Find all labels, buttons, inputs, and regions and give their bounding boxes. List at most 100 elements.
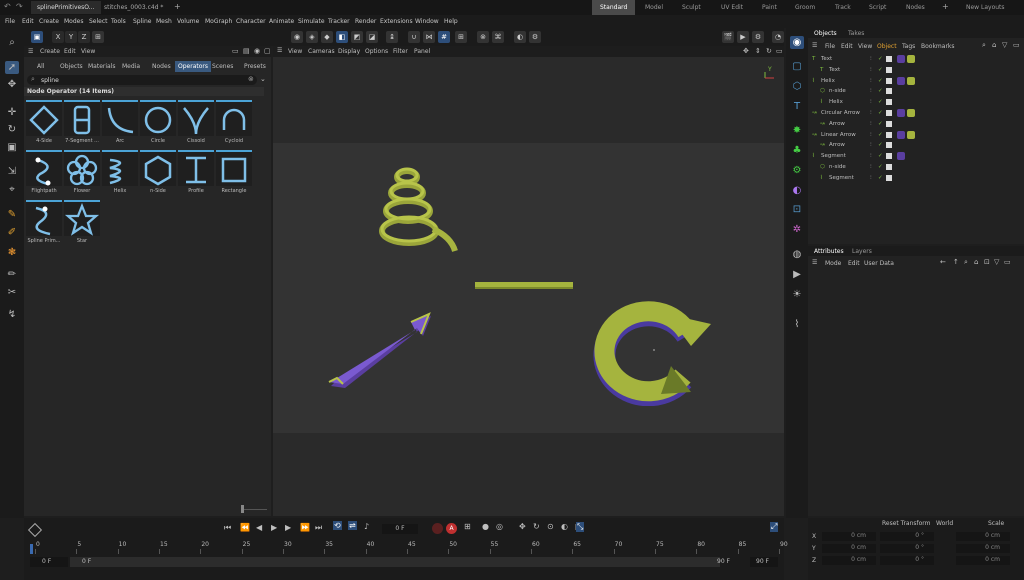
object-name[interactable]: Helix	[821, 76, 835, 87]
param-key-icon[interactable]: ◐	[561, 522, 568, 531]
object-row[interactable]: ↝ Linear Arrow ⁝ ✓	[808, 130, 1024, 141]
scene-icon[interactable]: ◍	[790, 248, 804, 261]
tab-materials[interactable]: Materials	[88, 63, 116, 70]
viewport-menu-cameras[interactable]: Cameras	[308, 48, 335, 55]
paint-tool-icon[interactable]: ✏	[5, 268, 19, 281]
light-bulb-icon[interactable]: ☀	[790, 288, 804, 301]
object-name[interactable]: Segment	[821, 151, 846, 162]
move-tool-icon[interactable]: ✛	[5, 106, 19, 119]
hamburger-icon[interactable]: ☰	[812, 42, 817, 49]
point-mode-icon[interactable]: ◉	[291, 31, 303, 43]
rotation-field[interactable]: 0 °	[880, 544, 934, 553]
record-icon[interactable]	[432, 523, 443, 534]
hamburger-icon[interactable]: ☰	[812, 259, 817, 266]
polygon-mode-icon[interactable]: ◆	[321, 31, 333, 43]
material-tag-icon[interactable]	[897, 55, 905, 63]
field-icon[interactable]: ◐	[790, 184, 804, 197]
layout-script[interactable]: Script	[869, 0, 886, 15]
object-name[interactable]: Text	[829, 65, 840, 76]
menu-modes[interactable]: Modes	[64, 15, 83, 28]
minimize-icon[interactable]: ▭	[232, 47, 239, 55]
material-tag-icon[interactable]	[897, 130, 905, 139]
back-arrow-icon[interactable]: ←	[940, 258, 946, 266]
scale-field[interactable]: 0 cm	[956, 544, 1010, 553]
select-tool-icon[interactable]: ➚	[5, 61, 19, 74]
next-frame-icon[interactable]: ▶	[285, 523, 291, 532]
object-row[interactable]: ↝ Arrow ⁝ ✓	[808, 119, 1024, 130]
menu-render[interactable]: Render	[355, 15, 376, 28]
asset-item[interactable]: Arc	[102, 100, 138, 148]
snap-icon[interactable]: #	[438, 31, 450, 43]
scale-field[interactable]: 0 cm	[956, 532, 1010, 541]
axis-mode-icon[interactable]: ↨	[386, 31, 398, 43]
material-tag-icon[interactable]	[907, 130, 915, 139]
enabled-check-icon[interactable]: ✓	[878, 76, 883, 87]
layout-sculpt[interactable]: Sculpt	[682, 0, 701, 15]
visibility-dots-icon[interactable]: ⁝	[870, 151, 872, 162]
chevron-down-icon[interactable]: ⌄	[260, 75, 266, 83]
magnet-icon[interactable]: ∪	[408, 31, 420, 43]
deformer-icon[interactable]: ⚙	[790, 164, 804, 177]
lock-icon[interactable]: ⊡	[984, 258, 990, 266]
layout-nodes[interactable]: Nodes	[906, 0, 925, 15]
filter-icon[interactable]: ▽	[994, 258, 999, 266]
timeline-settings-icon[interactable]: ⤢	[770, 522, 779, 532]
current-frame-field[interactable]: 0 F	[382, 524, 418, 534]
snap-tool-icon[interactable]: ⌖	[5, 183, 19, 196]
tag-icon[interactable]	[886, 174, 892, 181]
enabled-check-icon[interactable]: ✓	[878, 119, 883, 130]
visibility-dots-icon[interactable]: ⁝	[870, 162, 872, 173]
cube-icon[interactable]: ▢	[790, 60, 804, 73]
tab-document-1[interactable]: splinePrimitivesO...	[31, 1, 101, 14]
menu-mesh[interactable]: Mesh	[156, 15, 172, 28]
rotate-key-icon[interactable]: ↻	[533, 522, 540, 531]
go-to-end-icon[interactable]: ⏭	[315, 523, 322, 533]
material-tag-icon[interactable]	[907, 109, 915, 117]
quantize-icon[interactable]: ⌘	[492, 31, 504, 43]
bookmark-icon[interactable]: ⌂	[974, 258, 978, 266]
obj-menu-view[interactable]: View	[858, 43, 872, 50]
viewport-menu-view[interactable]: View	[288, 48, 302, 55]
add-layout-button[interactable]: +	[942, 2, 949, 11]
orbit-icon[interactable]: ↻	[766, 47, 772, 55]
object-name[interactable]: Segment	[829, 173, 854, 184]
circular-arrow-object[interactable]	[591, 294, 715, 406]
asset-item[interactable]: 7-Segment ...	[64, 100, 100, 148]
material-tag-icon[interactable]	[907, 76, 915, 85]
material-tag-icon[interactable]	[897, 152, 905, 161]
material-tag-icon[interactable]	[907, 55, 915, 63]
menu-select[interactable]: Select	[89, 15, 108, 28]
object-name[interactable]: Linear Arrow	[821, 130, 856, 141]
asset-item[interactable]: Flower	[64, 150, 100, 198]
tab-media[interactable]: Media	[122, 63, 140, 70]
sketch-tool-icon[interactable]: ✐	[5, 226, 19, 239]
enabled-check-icon[interactable]: ✓	[878, 151, 883, 162]
enabled-check-icon[interactable]: ✓	[878, 140, 883, 151]
attr-menu-mode[interactable]: Mode	[825, 260, 841, 267]
knife-tool-icon[interactable]: ✂	[5, 286, 19, 299]
object-row[interactable]: T Text ⁝ ✓	[808, 54, 1024, 65]
menu-tools[interactable]: Tools	[111, 15, 126, 28]
edit-render-settings-icon[interactable]: ⚙	[752, 31, 764, 43]
scale-dropdown[interactable]: Scale	[988, 520, 1004, 527]
previous-key-icon[interactable]: ⏪	[240, 523, 250, 532]
model-mode-icon[interactable]: ▣	[31, 31, 43, 43]
zoom-slider-handle[interactable]	[241, 505, 244, 513]
filter-icon[interactable]: ▽	[1002, 41, 1007, 49]
tab-presets[interactable]: Presets	[244, 63, 266, 70]
viewport-menu-filter[interactable]: Filter	[393, 48, 408, 55]
tab-nodes[interactable]: Nodes	[152, 63, 171, 70]
search-icon[interactable]: ⌕	[982, 41, 986, 50]
end-frame-field[interactable]: 90 F	[750, 557, 778, 567]
asset-item[interactable]: Circle	[140, 100, 176, 148]
render-settings-icon[interactable]: ⚙	[529, 31, 541, 43]
visibility-dots-icon[interactable]: ⁝	[870, 119, 872, 130]
obj-menu-edit[interactable]: Edit	[841, 43, 853, 50]
visibility-dots-icon[interactable]: ⁝	[870, 130, 872, 141]
asset-item[interactable]: 4-Side	[26, 100, 62, 148]
layout-track[interactable]: Track	[835, 0, 851, 15]
render-camera-icon[interactable]: ▶	[790, 268, 804, 281]
spline-pen-icon[interactable]: ✎	[5, 208, 19, 221]
visibility-dots-icon[interactable]: ⁝	[870, 65, 872, 76]
obj-menu-bookmarks[interactable]: Bookmarks	[921, 43, 955, 50]
